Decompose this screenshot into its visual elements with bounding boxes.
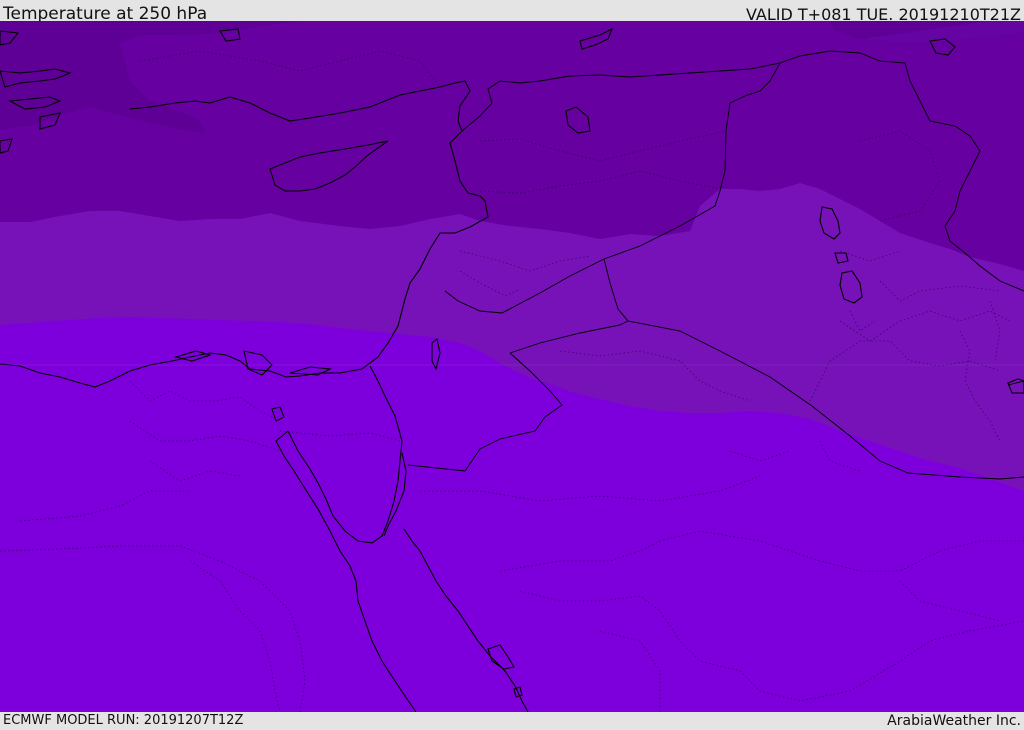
map-footer: ECMWF MODEL RUN: 20191207T12Z ArabiaWeat… <box>0 712 1024 729</box>
model-run: ECMWF MODEL RUN: 20191207T12Z <box>3 713 244 728</box>
weather-map[interactable] <box>0 21 1024 712</box>
credit: ArabiaWeather Inc. <box>887 713 1021 729</box>
map-canvas <box>0 21 1024 712</box>
map-header: Temperature at 250 hPa VALID T+081 TUE. … <box>0 0 1024 24</box>
